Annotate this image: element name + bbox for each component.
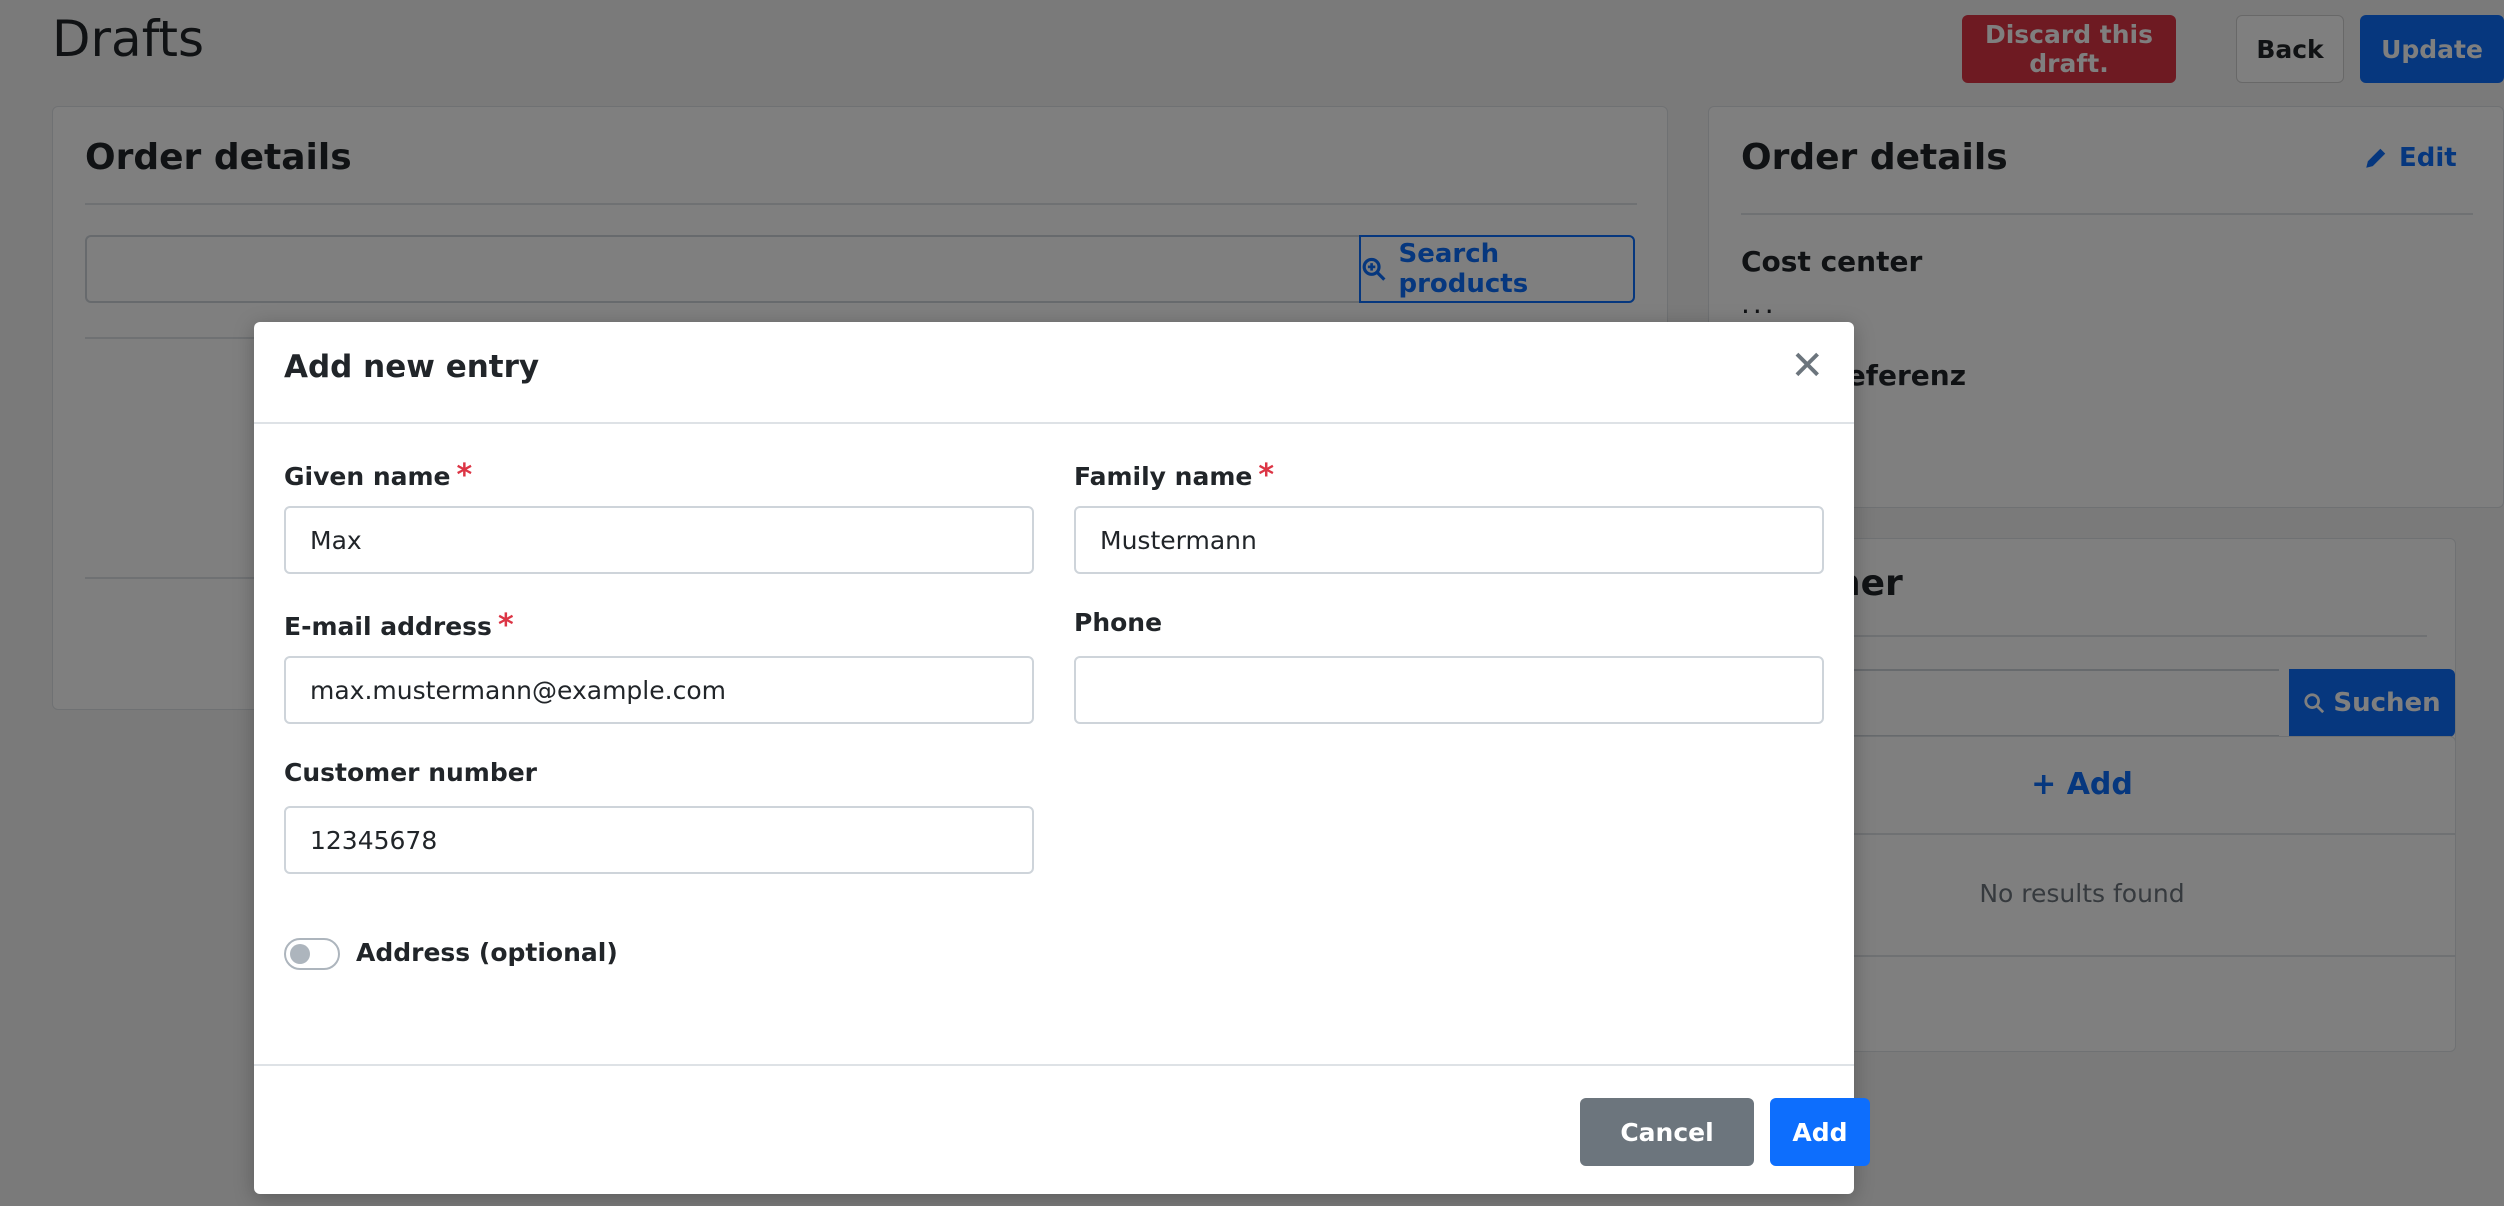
modal-footer: Cancel Add: [254, 1064, 1870, 1194]
modal-header: Add new entry ✕: [254, 322, 1854, 424]
email-input[interactable]: [284, 656, 1034, 724]
close-icon[interactable]: ✕: [1790, 346, 1824, 386]
required-marker: *: [497, 608, 514, 643]
add-button[interactable]: Add: [1770, 1098, 1870, 1166]
phone-label: Phone: [1074, 608, 1163, 637]
add-entry-modal: Add new entry ✕ Given name* Family name*…: [254, 322, 1870, 1194]
modal-title: Add new entry: [284, 349, 540, 385]
email-label: E-mail address *: [284, 608, 514, 643]
address-toggle-label: Address (optional): [356, 938, 618, 967]
required-marker: *: [1258, 458, 1275, 493]
email-label-text: E-mail address: [284, 612, 492, 641]
cancel-button[interactable]: Cancel: [1580, 1098, 1754, 1166]
family-name-label-text: Family name: [1074, 462, 1253, 491]
given-name-input[interactable]: [284, 506, 1034, 574]
given-name-label: Given name *: [284, 458, 472, 493]
address-toggle[interactable]: [284, 938, 340, 970]
given-name-label-text: Given name: [284, 462, 451, 491]
customer-number-label: Customer number: [284, 758, 538, 787]
phone-input[interactable]: [1074, 656, 1824, 724]
family-name-input[interactable]: [1074, 506, 1824, 574]
family-name-label: Family name *: [1074, 458, 1274, 493]
customer-number-input[interactable]: [284, 806, 1034, 874]
required-marker: *: [456, 458, 473, 493]
toggle-knob: [290, 944, 310, 964]
